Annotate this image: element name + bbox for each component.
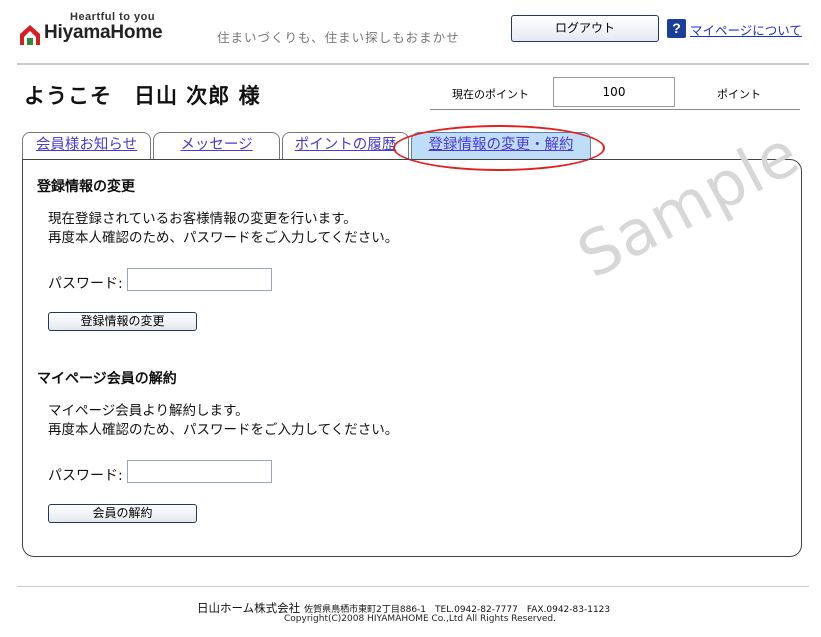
header-divider — [17, 63, 809, 65]
footer-company: 日山ホーム株式会社 — [197, 601, 301, 615]
cancel-membership-button[interactable]: 会員の解約 — [48, 504, 197, 523]
logo-roof-icon — [20, 25, 40, 45]
points-underline — [430, 109, 800, 110]
update-section-title: 登録情報の変更 — [37, 179, 135, 195]
header-slogan: 住まいづくりも、住まい探しもおまかせ — [217, 30, 460, 45]
cancel-section-title: マイページ会員の解約 — [37, 371, 177, 387]
update-description: 現在登録されているお客様情報の変更を行います。 再度本人確認のため、パスワードを… — [48, 210, 398, 248]
points-unit: ポイント — [717, 88, 761, 101]
points-label: 現在のポイント — [452, 88, 529, 101]
cancel-password-input[interactable] — [127, 460, 272, 483]
update-password-input[interactable] — [127, 268, 272, 291]
cancel-description: マイページ会員より解約します。 再度本人確認のため、パスワードをご入力してくださ… — [48, 402, 398, 440]
update-registration-button[interactable]: 登録情報の変更 — [48, 312, 197, 331]
points-value: 100 — [553, 77, 675, 107]
welcome-message: ようこそ 日山 次郎 様 — [24, 84, 261, 108]
tab-account-settings[interactable]: 登録情報の変更・解約 — [411, 132, 591, 159]
cancel-password-label: パスワード: — [48, 468, 123, 484]
help-icon[interactable]: ? — [667, 19, 686, 38]
update-description-line2: 再度本人確認のため、パスワードをご入力してください。 — [48, 230, 399, 246]
cancel-description-line2: 再度本人確認のため、パスワードをご入力してください。 — [48, 422, 399, 438]
tab-messages[interactable]: メッセージ — [153, 132, 280, 159]
cancel-description-line1: マイページ会員より解約します。 — [48, 403, 249, 419]
footer-divider — [17, 586, 809, 587]
update-password-label: パスワード: — [48, 276, 123, 292]
mypage-help-link[interactable]: マイページについて — [690, 20, 802, 39]
footer-copyright: Copyright(C)2008 HIYAMAHOME Co.,Ltd All … — [284, 614, 556, 624]
tab-member-news[interactable]: 会員様お知らせ — [22, 132, 151, 159]
logout-button[interactable]: ログアウト — [511, 15, 659, 42]
update-description-line1: 現在登録されているお客様情報の変更を行います。 — [48, 211, 357, 227]
tab-points-history[interactable]: ポイントの履歴 — [282, 132, 409, 159]
logo-text: HiyamaHome — [44, 22, 163, 43]
